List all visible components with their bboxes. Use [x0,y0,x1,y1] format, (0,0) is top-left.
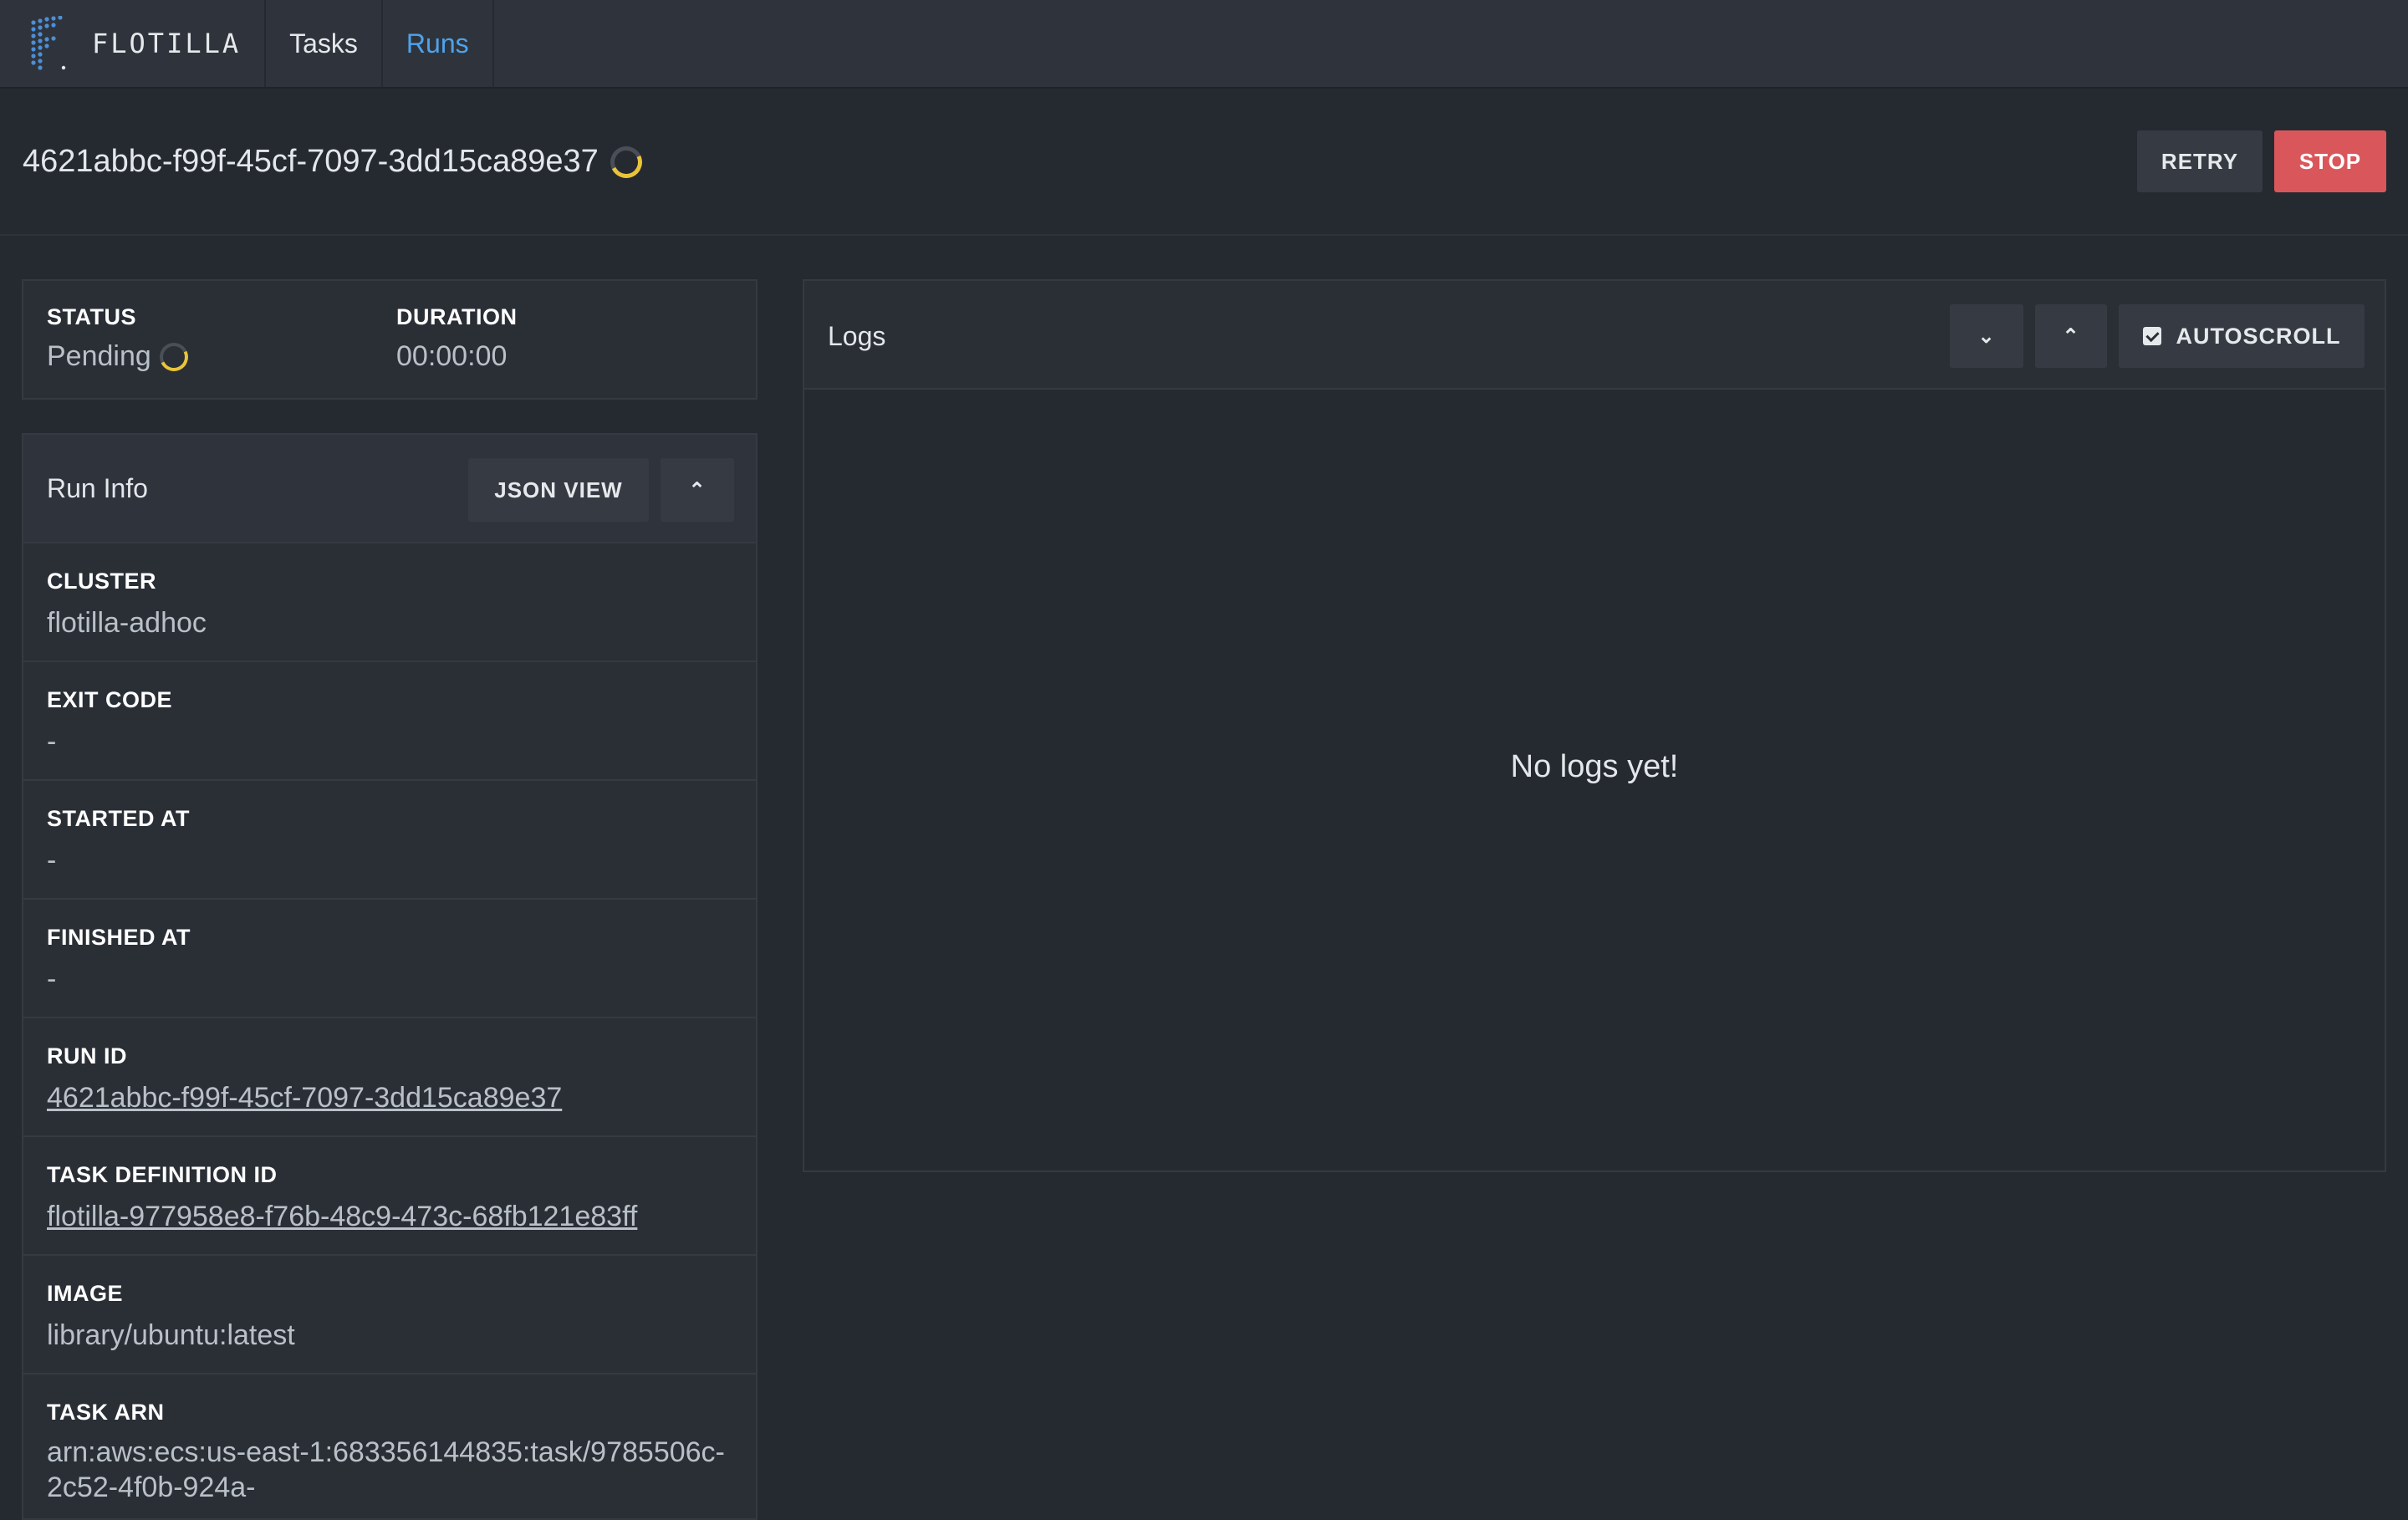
logs-title: Logs [828,321,886,351]
status-value-row: Pending [47,338,192,375]
task-arn-label: TASK ARN [47,1400,165,1425]
retry-button[interactable]: RETRY [2137,130,2263,192]
field-image: IMAGE library/ubuntu:latest [23,1256,756,1375]
brand-name: FLOTILLA [92,28,242,59]
run-info-title: Run Info [47,473,148,503]
checkbox-icon [2142,327,2161,345]
flotilla-logo-icon [31,16,66,70]
scroll-up-button[interactable]: ⌃ [2035,304,2107,368]
duration-label: DURATION [396,304,518,329]
finished-at-label: FINISHED AT [47,925,191,950]
json-view-button[interactable]: JSON VIEW [468,458,649,522]
scroll-down-button[interactable]: ⌄ [1950,304,2023,368]
nav-tasks[interactable]: Tasks [266,0,383,87]
exit-code-label: EXIT CODE [47,687,173,712]
status-value: Pending [47,340,151,372]
chevron-up-icon: ⌃ [2062,324,2080,348]
field-run-id: RUN ID 4621abbc-f99f-45cf-7097-3dd15ca89… [23,1018,756,1137]
logs-empty-message: No logs yet! [1510,749,1679,784]
run-info-card: Run Info JSON VIEW ⌃ CLUSTER flotilla-ad… [22,433,758,1520]
chevron-up-icon: ⌃ [688,478,707,502]
spinner-icon [155,338,192,375]
cluster-value: flotilla-adhoc [47,607,207,639]
field-finished-at: FINISHED AT - [23,900,756,1018]
started-at-label: STARTED AT [47,806,190,831]
spinner-icon [605,141,647,182]
top-navbar: FLOTILLA Tasks Runs [0,0,2408,89]
collapse-run-info-button[interactable]: ⌃ [661,458,734,522]
run-id-label: RUN ID [47,1043,127,1069]
autoscroll-label: AUTOSCROLL [2176,323,2341,349]
field-task-arn: TASK ARN arn:aws:ecs:us-east-1:683356144… [23,1375,756,1503]
image-label: IMAGE [47,1281,124,1306]
brand[interactable]: FLOTILLA [0,0,267,87]
run-id-link[interactable]: 4621abbc-f99f-45cf-7097-3dd15ca89e37 [47,1082,562,1114]
page-header: 4621abbc-f99f-45cf-7097-3dd15ca89e37 RET… [0,89,2408,236]
task-definition-id-link[interactable]: flotilla-977958e8-f76b-48c9-473c-68fb121… [47,1201,637,1233]
run-title: 4621abbc-f99f-45cf-7097-3dd15ca89e37 [23,144,599,179]
page-title: 4621abbc-f99f-45cf-7097-3dd15ca89e37 [23,141,647,182]
nav-runs[interactable]: Runs [383,0,494,87]
task-definition-id-label: TASK DEFINITION ID [47,1162,278,1187]
field-exit-code: EXIT CODE - [23,662,756,781]
cluster-label: CLUSTER [47,569,156,594]
status-card: STATUS Pending DURATION 00:00:00 [22,279,758,400]
chevron-down-icon: ⌄ [1977,324,1996,348]
duration-value: 00:00:00 [396,340,508,372]
field-started-at: STARTED AT - [23,781,756,900]
logs-card: Logs ⌄ ⌃ AUTOSCROLL No logs yet! [803,279,2386,1172]
run-info-header: Run Info JSON VIEW ⌃ [23,435,756,543]
status-section: STATUS Pending [47,304,192,375]
status-label: STATUS [47,304,136,329]
exit-code-value: - [47,726,57,757]
field-task-definition-id: TASK DEFINITION ID flotilla-977958e8-f76… [23,1137,756,1256]
finished-at-value: - [47,963,57,995]
field-cluster: CLUSTER flotilla-adhoc [23,543,756,662]
logs-header: Logs ⌄ ⌃ AUTOSCROLL [804,281,2385,390]
started-at-value: - [47,844,57,876]
image-value: library/ubuntu:latest [47,1319,295,1351]
duration-section: DURATION 00:00:00 [396,304,517,373]
task-arn-value: arn:aws:ecs:us-east-1:683356144835:task/… [47,1436,725,1503]
autoscroll-toggle[interactable]: AUTOSCROLL [2119,304,2365,368]
stop-button[interactable]: STOP [2274,130,2386,192]
